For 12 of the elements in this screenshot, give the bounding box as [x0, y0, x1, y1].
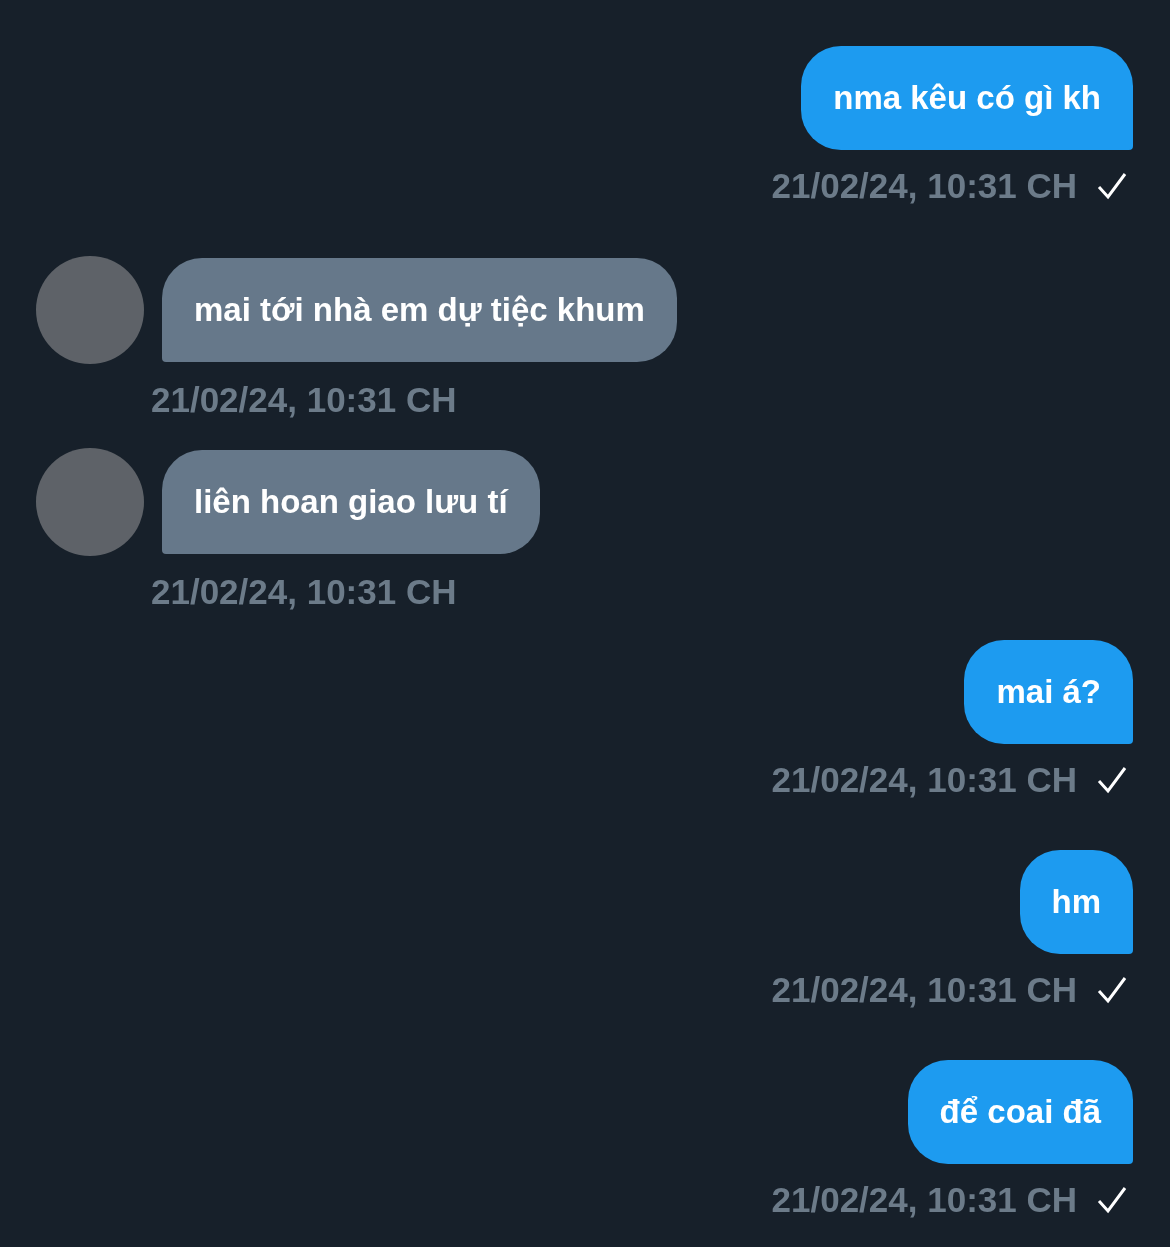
sent-message-bubble: nma kêu có gì kh [801, 46, 1133, 150]
message-timestamp: 21/02/24, 10:31 CH [151, 379, 457, 421]
message-timestamp: 21/02/24, 10:31 CH [771, 969, 1077, 1011]
received-message-bubble: mai tới nhà em dự tiệc khum [162, 258, 677, 362]
message-timestamp: 21/02/24, 10:31 CH [771, 759, 1077, 801]
message-timestamp: 21/02/24, 10:31 CH [771, 1179, 1077, 1221]
sent-message-bubble: để coai đã [907, 1060, 1133, 1164]
message-timestamp: 21/02/24, 10:31 CH [771, 165, 1077, 207]
sent-message-bubble: hm [1019, 850, 1133, 954]
message-timestamp: 21/02/24, 10:31 CH [151, 571, 457, 613]
received-message-bubble: liên hoan giao lưu tí [162, 450, 540, 554]
sent-message-bubble: mai á? [964, 640, 1133, 744]
